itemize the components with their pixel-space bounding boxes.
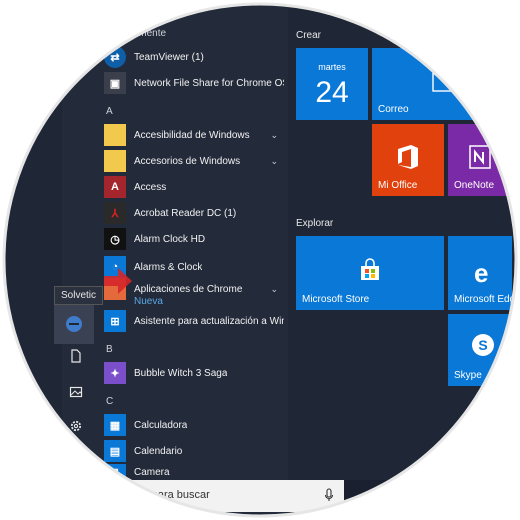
app-teamviewer[interactable]: ⇄ TeamViewer (1) — [104, 44, 284, 70]
app-label: Accesorios de Windows — [134, 155, 241, 167]
recent-header: ecientemente — [106, 28, 167, 39]
chevron-down-icon: ⌄ — [270, 283, 278, 294]
app-label: Alarm Clock HD — [134, 233, 206, 245]
pictures-button[interactable] — [58, 376, 94, 408]
new-badge: Nueva — [134, 296, 163, 307]
app-calendario[interactable]: ▤ Calendario — [104, 438, 284, 464]
app-calculadora[interactable]: ▦ Calculadora — [104, 412, 284, 438]
app-label: Calculadora — [134, 419, 188, 431]
onenote-icon — [469, 145, 491, 169]
store-tile[interactable]: Microsoft Store — [296, 236, 444, 310]
app-label: Asistente para actualización a Wind... — [134, 315, 284, 327]
app-label: Aplicaciones de Chrome — [134, 283, 243, 295]
user-avatar-icon — [66, 316, 82, 332]
edge-label: Microsoft Edge — [454, 294, 512, 305]
network-share-icon: ▣ — [104, 72, 126, 94]
chevron-down-icon: ⌄ — [270, 155, 278, 166]
app-access[interactable]: A Access — [104, 174, 284, 200]
mail-icon — [432, 72, 462, 92]
office-icon — [398, 145, 418, 169]
settings-button[interactable] — [58, 410, 94, 442]
onenote-label: OneNote — [454, 180, 495, 191]
group-crear[interactable]: Crear — [296, 30, 321, 41]
calendar-icon: ▤ — [104, 440, 126, 462]
folder-icon — [104, 124, 126, 146]
app-camera[interactable]: ◙ Camera — [104, 464, 284, 480]
documents-button[interactable] — [58, 340, 94, 372]
store-icon — [361, 258, 379, 280]
skype-label: Skype — [454, 370, 482, 381]
app-bubble-witch[interactable]: ✦ Bubble Witch 3 Saga — [104, 360, 284, 386]
app-label: Alarms & Clock — [134, 261, 203, 273]
svg-text:S: S — [478, 337, 487, 353]
group-explorar[interactable]: Explorar — [296, 218, 333, 229]
gear-icon — [70, 420, 82, 432]
app-label: Bubble Witch 3 Saga — [134, 367, 228, 379]
windows-icon: ⊞ — [104, 310, 126, 332]
folder-icon — [104, 150, 126, 172]
picture-icon — [69, 386, 83, 398]
document-icon — [71, 349, 81, 363]
alarm-clock-icon: ◷ — [104, 228, 126, 250]
store-label: Microsoft Store — [302, 294, 370, 305]
search-placeholder: qui para buscar — [134, 489, 210, 501]
skype-tile[interactable]: S Skype — [448, 314, 512, 386]
taskbar — [344, 480, 512, 512]
app-label: Access — [134, 181, 167, 193]
camera-icon: ◙ — [104, 464, 126, 480]
search-box[interactable]: qui para buscar — [94, 480, 344, 512]
section-letter-a[interactable]: A — [106, 106, 113, 117]
app-label: Acrobat Reader DC (1) — [134, 207, 237, 219]
bubble-witch-icon: ✦ — [104, 362, 126, 384]
user-button[interactable] — [54, 304, 94, 344]
app-label: Network File Share for Chrome OS (1) — [134, 77, 284, 89]
office-tile[interactable]: Mi Office — [372, 124, 444, 196]
app-network-file-share[interactable]: ▣ Network File Share for Chrome OS (1) — [104, 70, 284, 96]
app-windows-upgrade[interactable]: ⊞ Asistente para actualización a Wind... — [104, 308, 284, 334]
app-accesibilidad[interactable]: Accesibilidad de Windows ⌄ — [104, 122, 284, 148]
edge-icon: e — [474, 258, 489, 288]
microphone-icon[interactable] — [324, 488, 334, 502]
user-tooltip: Solvetic — [54, 286, 104, 305]
app-accesorios[interactable]: Accesorios de Windows ⌄ — [104, 148, 284, 174]
start-rail — [4, 4, 62, 516]
onenote-tile[interactable]: OneNote — [448, 124, 512, 196]
access-icon: A — [104, 176, 126, 198]
calculator-icon: ▦ — [104, 414, 126, 436]
app-label: Accesibilidad de Windows — [134, 129, 250, 141]
calendar-day: martes — [318, 62, 346, 72]
calendar-date: 24 — [315, 76, 349, 109]
office-label: Mi Office — [378, 180, 418, 191]
app-label: Calendario — [134, 445, 183, 457]
mail-tile[interactable]: Correo — [372, 48, 512, 120]
chevron-down-icon: ⌄ — [270, 129, 278, 140]
section-letter-c[interactable]: C — [106, 396, 113, 407]
app-label: TeamViewer (1) — [134, 51, 204, 63]
skype-icon: S — [472, 334, 494, 356]
pointer-arrow-icon — [104, 268, 132, 294]
calendar-tile[interactable]: martes 24 — [296, 48, 368, 120]
section-letter-b[interactable]: B — [106, 344, 113, 355]
acrobat-icon: ⅄ — [104, 202, 126, 224]
teamviewer-icon: ⇄ — [104, 46, 126, 68]
app-acrobat[interactable]: ⅄ Acrobat Reader DC (1) — [104, 200, 284, 226]
app-label: Camera — [134, 466, 170, 478]
app-alarm-clock-hd[interactable]: ◷ Alarm Clock HD — [104, 226, 284, 252]
edge-tile[interactable]: e Microsoft Edge — [448, 236, 512, 310]
mail-label: Correo — [378, 104, 409, 115]
